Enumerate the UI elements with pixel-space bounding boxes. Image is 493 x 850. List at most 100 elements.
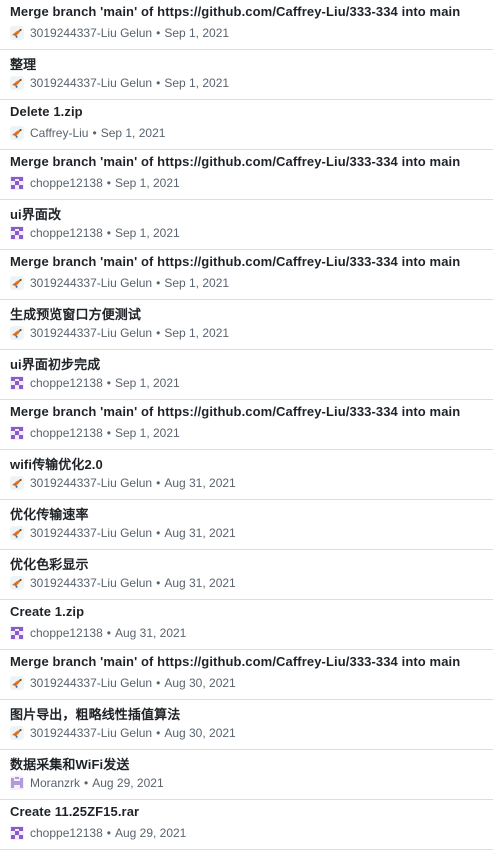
meta-separator: • — [156, 76, 161, 90]
commit-row: ui界面改 choppe12138 • Sep 1, 2021 — [0, 200, 493, 250]
commit-author-link[interactable]: choppe12138 — [30, 226, 103, 240]
commit-meta: 3019244337-Liu Gelun • Sep 1, 2021 — [10, 275, 229, 291]
meta-separator: • — [106, 626, 111, 640]
commit-date: Sep 1, 2021 — [164, 326, 230, 340]
commit-title-link[interactable]: wifi传输优化2.0 — [10, 454, 103, 473]
commit-author-link[interactable]: Moranzrk — [30, 776, 80, 790]
identicon-purple-icon[interactable] — [10, 826, 24, 840]
commit-author-link[interactable]: 3019244337-Liu Gelun — [30, 726, 152, 740]
identicon-lavender-icon[interactable] — [10, 776, 24, 790]
meta-separator: • — [106, 376, 111, 390]
bird-avatar-icon[interactable] — [10, 676, 24, 690]
commit-author-link[interactable]: choppe12138 — [30, 826, 103, 840]
bird-avatar-icon[interactable] — [10, 576, 24, 590]
commit-title-link[interactable]: Merge branch 'main' of https://github.co… — [10, 654, 460, 669]
commit-author-link[interactable]: 3019244337-Liu Gelun — [30, 276, 152, 290]
meta-separator: • — [156, 726, 161, 740]
meta-separator: • — [156, 326, 161, 340]
commit-author-link[interactable]: Caffrey-Liu — [30, 126, 88, 140]
commit-author-link[interactable]: 3019244337-Liu Gelun — [30, 476, 152, 490]
commit-date: Sep 1, 2021 — [164, 276, 230, 290]
meta-separator: • — [106, 826, 111, 840]
commit-title-link[interactable]: Merge branch 'main' of https://github.co… — [10, 4, 460, 19]
bird-avatar-icon[interactable] — [10, 726, 24, 740]
commit-meta: choppe12138 • Sep 1, 2021 — [10, 225, 180, 241]
commit-row: Create 11.25ZF15.rar choppe12138 • Aug 2… — [0, 800, 493, 850]
commit-meta: 3019244337-Liu Gelun • Sep 1, 2021 — [10, 325, 229, 341]
commit-author-link[interactable]: 3019244337-Liu Gelun — [30, 576, 152, 590]
commit-title-link[interactable]: 数据采集和WiFi发送 — [10, 754, 129, 773]
commit-title-link[interactable]: 优化色彩显示 — [10, 554, 89, 573]
commit-meta: Moranzrk • Aug 29, 2021 — [10, 775, 164, 791]
commit-meta: choppe12138 • Sep 1, 2021 — [10, 375, 180, 391]
commit-author-link[interactable]: 3019244337-Liu Gelun — [30, 676, 152, 690]
commit-meta: 3019244337-Liu Gelun • Aug 31, 2021 — [10, 575, 236, 591]
commit-row: 生成预览窗口方便测试 3019244337-Liu Gelun • Sep 1,… — [0, 300, 493, 350]
commit-title-link[interactable]: ui界面初步完成 — [10, 354, 100, 373]
commit-author-link[interactable]: 3019244337-Liu Gelun — [30, 26, 152, 40]
identicon-purple-icon[interactable] — [10, 176, 24, 190]
commit-row: 整理 3019244337-Liu Gelun • Sep 1, 2021 — [0, 50, 493, 100]
commit-list: Merge branch 'main' of https://github.co… — [0, 0, 493, 850]
commit-row: Merge branch 'main' of https://github.co… — [0, 650, 493, 700]
identicon-purple-icon[interactable] — [10, 426, 24, 440]
identicon-purple-icon[interactable] — [10, 376, 24, 390]
commit-title-link[interactable]: 优化传输速率 — [10, 504, 89, 523]
meta-separator: • — [106, 426, 111, 440]
commit-date: Aug 29, 2021 — [92, 776, 164, 790]
commit-author-link[interactable]: choppe12138 — [30, 626, 103, 640]
meta-separator: • — [156, 526, 161, 540]
commit-title-link[interactable]: Merge branch 'main' of https://github.co… — [10, 154, 460, 169]
commit-date: Sep 1, 2021 — [164, 76, 230, 90]
commit-author-link[interactable]: 3019244337-Liu Gelun — [30, 526, 152, 540]
identicon-purple-icon[interactable] — [10, 226, 24, 240]
commit-author-link[interactable]: choppe12138 — [30, 376, 103, 390]
commit-title-link[interactable]: Merge branch 'main' of https://github.co… — [10, 404, 460, 419]
commit-row: Merge branch 'main' of https://github.co… — [0, 150, 493, 200]
bird-avatar-icon[interactable] — [10, 26, 24, 40]
commit-title-link[interactable]: ui界面改 — [10, 204, 61, 223]
commit-date: Aug 31, 2021 — [164, 576, 236, 590]
commit-date: Sep 1, 2021 — [100, 126, 166, 140]
commit-meta: 3019244337-Liu Gelun • Aug 31, 2021 — [10, 525, 236, 541]
commit-meta: choppe12138 • Sep 1, 2021 — [10, 425, 180, 441]
commit-title-link[interactable]: Create 11.25ZF15.rar — [10, 804, 139, 819]
commit-meta: Caffrey-Liu • Sep 1, 2021 — [10, 125, 165, 141]
bird-avatar-icon[interactable] — [10, 126, 24, 140]
commit-meta: 3019244337-Liu Gelun • Aug 30, 2021 — [10, 675, 236, 691]
meta-separator: • — [106, 226, 111, 240]
commit-title-link[interactable]: Delete 1.zip — [10, 104, 83, 119]
identicon-purple-icon[interactable] — [10, 626, 24, 640]
commit-date: Aug 31, 2021 — [164, 476, 236, 490]
commit-date: Aug 31, 2021 — [164, 526, 236, 540]
commit-date: Aug 30, 2021 — [164, 676, 236, 690]
commit-date: Sep 1, 2021 — [114, 426, 180, 440]
commit-date: Sep 1, 2021 — [164, 26, 230, 40]
bird-avatar-icon[interactable] — [10, 476, 24, 490]
commit-title-link[interactable]: Create 1.zip — [10, 604, 84, 619]
bird-avatar-icon[interactable] — [10, 526, 24, 540]
commit-author-link[interactable]: 3019244337-Liu Gelun — [30, 326, 152, 340]
commit-date: Aug 29, 2021 — [114, 826, 187, 840]
commit-title-link[interactable]: 生成预览窗口方便测试 — [10, 304, 141, 323]
commit-row: Merge branch 'main' of https://github.co… — [0, 0, 493, 50]
commit-author-link[interactable]: choppe12138 — [30, 176, 103, 190]
bird-avatar-icon[interactable] — [10, 276, 24, 290]
commit-row: wifi传输优化2.0 3019244337-Liu Gelun • Aug 3… — [0, 450, 493, 500]
commit-row: Delete 1.zip Caffrey-Liu • Sep 1, 2021 — [0, 100, 493, 150]
commit-author-link[interactable]: choppe12138 — [30, 426, 103, 440]
commit-title-link[interactable]: Merge branch 'main' of https://github.co… — [10, 254, 460, 269]
commit-date: Aug 31, 2021 — [114, 626, 187, 640]
bird-avatar-icon[interactable] — [10, 326, 24, 340]
meta-separator: • — [156, 276, 161, 290]
bird-avatar-icon[interactable] — [10, 76, 24, 90]
commit-date: Sep 1, 2021 — [114, 176, 180, 190]
commit-row: 数据采集和WiFi发送 Moranzrk • Aug 29, 2021 — [0, 750, 493, 800]
commit-row: Create 1.zip choppe12138 • Aug 31, 2021 — [0, 600, 493, 650]
commit-author-link[interactable]: 3019244337-Liu Gelun — [30, 76, 152, 90]
commit-meta: choppe12138 • Aug 31, 2021 — [10, 625, 186, 641]
commit-date: Aug 30, 2021 — [164, 726, 236, 740]
commit-title-link[interactable]: 图片导出，粗略线性插值算法 — [10, 704, 180, 723]
meta-separator: • — [156, 476, 161, 490]
commit-title-link[interactable]: 整理 — [10, 54, 36, 73]
